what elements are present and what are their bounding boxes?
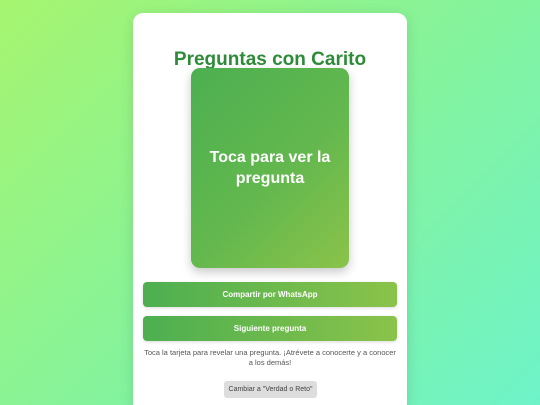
next-question-button[interactable]: Siguiente pregunta <box>143 316 397 341</box>
switch-mode-button[interactable]: Cambiar a "Verdad o Reto" <box>224 381 317 398</box>
question-card[interactable]: Toca para ver la pregunta <box>191 68 349 268</box>
main-panel: Preguntas con Carito Toca para ver la pr… <box>133 13 407 405</box>
hint-text: Toca la tarjeta para revelar una pregunt… <box>144 348 396 367</box>
question-card-text: Toca para ver la pregunta <box>209 149 331 187</box>
share-whatsapp-button[interactable]: Compartir por WhatsApp <box>143 282 397 307</box>
